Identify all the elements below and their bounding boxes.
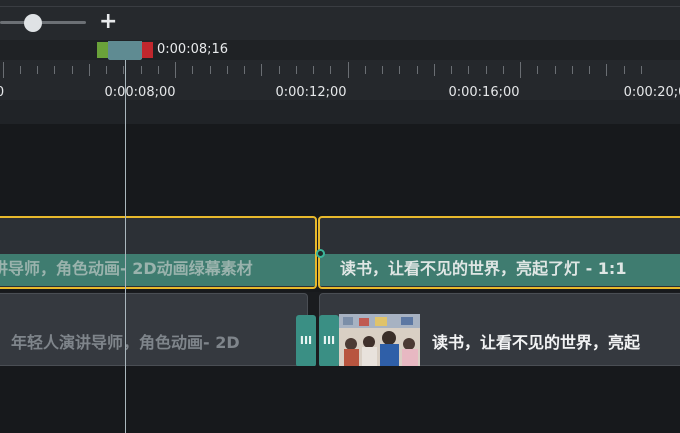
zoom-slider-track[interactable] [0,21,86,24]
ruler-tick [520,62,521,78]
clip-thumbnail [339,314,420,366]
clip-title: 读书，让看不见的世界，亮起 [432,333,641,352]
ruler-label: 0:00:16;00 [448,85,520,100]
ruler-tick [3,62,4,78]
ruler-tick [158,66,159,74]
ruler-tick [244,66,245,74]
keyframe-icon[interactable] [316,249,325,258]
ruler-tick [486,66,487,74]
ruler-tick [123,66,124,74]
playhead-time: 0:00:08;16 [157,42,229,57]
ruler-tick [624,66,625,74]
zoom-in-plus-icon[interactable]: + [99,11,117,33]
transition-icon[interactable]: III [296,315,316,367]
ruler-tick [261,64,262,76]
ruler-label: 0:00:12;00 [275,85,347,100]
ruler-tick [296,66,297,74]
timeline-clip[interactable]: 讲导师，角色动画- 2D动画绿幕素材 [0,216,317,289]
ruler-tick [606,64,607,76]
ruler-tick [468,66,469,74]
ruler-tick [141,66,142,74]
track-divider [0,289,680,292]
ruler-label: 0:00:08;00 [104,85,176,100]
ruler-tick [175,62,176,78]
ruler-tick [348,62,349,78]
ruler-tick [572,66,573,74]
ruler-label: 0:00:20;0 [623,85,680,100]
ruler-tick [227,66,228,74]
ruler-tick [210,66,211,74]
ruler-tick [382,66,383,74]
ruler-tick [313,66,314,74]
ruler-tick [37,66,38,74]
ruler-tick [417,66,418,74]
ruler-tick [555,66,556,74]
out-point-marker[interactable] [141,42,153,58]
ruler-tick [20,66,21,74]
ruler-tick [399,66,400,74]
playhead-icon[interactable] [108,41,142,59]
ruler-tick [503,66,504,74]
ruler-tick [106,66,107,74]
ruler-tick [89,64,90,76]
ruler-tick [279,66,280,74]
transition-icon[interactable]: III [319,315,339,367]
ruler-tick [330,66,331,74]
ruler-tick [451,66,452,74]
toolbar-divider [0,6,680,7]
ruler-tick [641,66,642,74]
ruler-tick [434,64,435,76]
ruler-tick [54,66,55,74]
clip-title: 讲导师，角色动画- 2D动画绿幕素材 [0,259,253,278]
thumbnail-image [339,314,420,366]
timeline-clip[interactable]: 读书，让看不见的世界，亮起了灯 - 1:1 [318,216,680,289]
track-header-band [0,100,680,124]
clip-title: 读书，让看不见的世界，亮起了灯 - 1:1 [340,259,627,278]
ruler-tick [589,66,590,74]
ruler-label: 0 [0,85,4,100]
empty-track-area[interactable] [0,124,680,216]
ruler-tick [537,66,538,74]
playhead-line [125,60,126,433]
timeline-clip[interactable]: 年轻人演讲导师，角色动画- 2D [0,293,308,366]
ruler-tick [192,66,193,74]
ruler-tick [365,66,366,74]
zoom-slider-handle[interactable] [24,14,42,32]
empty-track-area[interactable] [0,366,680,433]
ruler-tick [72,66,73,74]
